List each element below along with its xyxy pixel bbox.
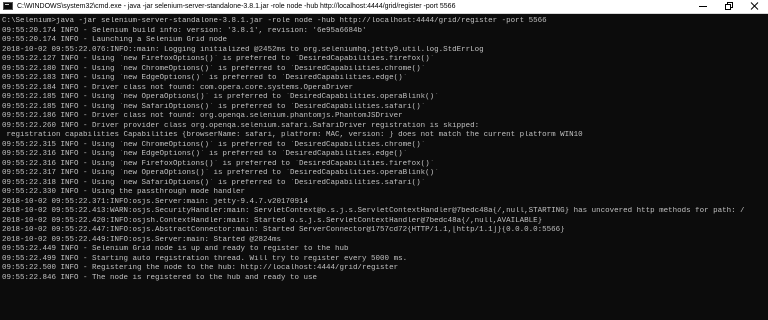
close-icon (750, 2, 759, 10)
maximize-button[interactable] (716, 0, 742, 13)
console-line: 09:55:22.317 INFO - Using `new OperaOpti… (2, 169, 439, 177)
console-line: 2018-10-02 09:55:22.371:INFO:osjs.Server… (2, 197, 309, 206)
minimize-icon (699, 6, 707, 7)
console-line: 09:55:22.499 INFO - Starting auto regist… (2, 254, 408, 263)
console-line: 2018-10-02 09:55:22.413:WARN:osjs.Securi… (2, 207, 745, 215)
cmd-window: C:\WINDOWS\system32\cmd.exe - java -jar … (0, 0, 768, 320)
console-line: 09:55:22.185 INFO - Using `new SafariOpt… (2, 102, 426, 111)
minimize-button[interactable] (690, 0, 716, 13)
console-line: 09:55:22.185 INFO - Using `new OperaOpti… (2, 93, 439, 101)
console-line: 09:55:20.174 INFO - Launching a Selenium… (2, 36, 228, 44)
console-line: 2018-10-02 09:55:22.449:INFO:osjs.Server… (2, 235, 282, 244)
close-button[interactable] (742, 0, 768, 13)
console-line: 09:55:22.186 INFO - Driver class not fou… (2, 112, 403, 120)
console-line: C:\Selenium>java -jar selenium-server-st… (2, 17, 547, 25)
title-bar[interactable]: C:\WINDOWS\system32\cmd.exe - java -jar … (0, 0, 768, 14)
console-line: 09:55:22.315 INFO - Using `new ChromeOpt… (2, 140, 426, 149)
cmd-icon[interactable] (3, 2, 13, 10)
console-line: 09:55:20.174 INFO - Selenium build info:… (2, 26, 367, 35)
console-line: 09:55:22.260 INFO - Driver provider clas… (2, 121, 480, 130)
console-line: 09:55:22.500 INFO - Registering the node… (2, 264, 399, 272)
console-line: 2018-10-02 09:55:22.447:INFO:osjs.Abstra… (2, 226, 565, 234)
window-title: C:\WINDOWS\system32\cmd.exe - java -jar … (17, 3, 456, 10)
console-line: 09:55:22.127 INFO - Using `new FirefoxOp… (2, 55, 435, 63)
console-line: 09:55:22.330 INFO - Using the passthroug… (2, 188, 246, 196)
console-line: 2018-10-02 09:55:22.076:INFO::main: Logg… (2, 45, 484, 54)
console-line: 2018-10-02 09:55:22.420:INFO:osjsh.Conte… (2, 216, 543, 225)
maximize-icon (725, 2, 733, 10)
console-output[interactable]: C:\Selenium>java -jar selenium-server-st… (0, 17, 768, 320)
console-line: 09:55:22.183 INFO - Using `new EdgeOptio… (2, 74, 408, 82)
console-line: 09:55:22.846 INFO - The node is register… (2, 273, 318, 282)
console-line: 09:55:22.318 INFO - Using `new SafariOpt… (2, 178, 426, 187)
console-line: 09:55:22.316 INFO - Using `new EdgeOptio… (2, 150, 408, 158)
console-line: 09:55:22.180 INFO - Using `new ChromeOpt… (2, 64, 426, 73)
console-line: 09:55:22.316 INFO - Using `new FirefoxOp… (2, 159, 435, 168)
console-line: registration capabilities Capabilities {… (2, 131, 583, 139)
console-line: 09:55:22.184 INFO - Driver class not fou… (2, 83, 354, 92)
console-line: 09:55:22.449 INFO - Selenium Grid node i… (2, 245, 349, 253)
